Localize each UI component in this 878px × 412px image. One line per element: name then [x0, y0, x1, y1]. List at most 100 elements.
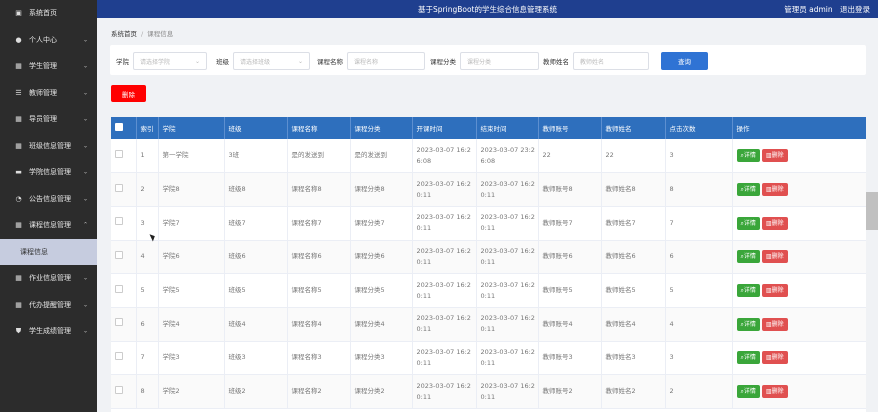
cell-index: 8	[136, 374, 159, 409]
row-checkbox[interactable]	[115, 284, 123, 293]
sidebar-item[interactable]: ▦ 代办提醒管理 ⌄	[0, 292, 97, 319]
cell-clicks: 7	[665, 206, 733, 241]
sidebar-item[interactable]: ▦ 学生管理 ⌄	[0, 53, 97, 80]
column-header: 学院	[158, 117, 225, 139]
row-checkbox-cell[interactable]	[111, 139, 137, 173]
row-delete-button[interactable]: ▥ 删除	[761, 317, 788, 331]
row-checkbox-cell[interactable]	[111, 374, 137, 409]
row-checkbox-cell[interactable]	[111, 240, 137, 274]
course-name-placeholder: 课程名称	[354, 58, 379, 66]
sidebar-item[interactable]: ▦ 课程信息管理 ⌃	[0, 212, 97, 239]
cell-start: 2023-03-07 16:2 0:11	[412, 307, 477, 342]
detail-button[interactable]: ⌕ 详情	[736, 317, 760, 331]
sidebar-item[interactable]: ● 个人中心 ⌄	[0, 27, 97, 54]
cell-course: 是的发送到	[287, 139, 351, 173]
table-row[interactable]: 7 学院3 班级3 课程名称3 课程分类3 2023-03-07 16:2 0:11 202…	[111, 341, 866, 375]
row-delete-button[interactable]: ▥ 删除	[761, 385, 788, 399]
cell-end: 2023-03-07 16:2 0:11	[476, 273, 539, 308]
course-category-input[interactable]: 课程分类	[460, 52, 539, 70]
cell-end: 2023-03-07 16:2 0:11	[476, 172, 539, 207]
sidebar-item[interactable]: ▦ 作业信息管理 ⌄	[0, 265, 97, 292]
cell-category: 课程分类5	[350, 273, 413, 308]
actions-cell: ⌕ 详情 ▥ 删除	[732, 375, 866, 409]
table-row[interactable]: 8 学院2 班级2 课程名称2 课程分类2 2023-03-07 16:2 0:11 202…	[111, 374, 866, 409]
delete-label: 删除	[771, 253, 784, 261]
row-checkbox[interactable]	[115, 351, 123, 360]
row-checkbox[interactable]	[115, 385, 123, 394]
class-select[interactable]: 请选择班级 ⌄	[233, 52, 310, 70]
sidebar-item[interactable]: ▦ 导员管理 ⌄	[0, 106, 97, 133]
row-delete-button[interactable]: ▥ 删除	[761, 351, 788, 365]
detail-button[interactable]: ⌕ 详情	[736, 284, 760, 298]
cell-class: 班级8	[224, 172, 288, 207]
course-table: 索引 学院 班级 课程名称 课程分类 开课时间 结束时间 教师账号 教师姓名 点击次数 操作 1 第一…	[111, 117, 866, 412]
breadcrumb-home[interactable]: 系统首页	[111, 30, 137, 38]
course-name-input[interactable]: 课程名称	[347, 52, 425, 70]
grid-icon: ▦	[15, 115, 22, 124]
college-select[interactable]: 请选择学院 ⌄	[133, 52, 207, 70]
sidebar-item[interactable]: ☰ 教师管理 ⌄	[0, 80, 97, 107]
detail-button[interactable]: ⌕ 详情	[736, 149, 760, 163]
checkbox[interactable]	[115, 123, 123, 131]
chevron-down-icon: ⌄	[82, 62, 88, 70]
sidebar-item[interactable]: ▬ 学院信息管理 ⌄	[0, 159, 97, 186]
sidebar-item[interactable]: ▦ 班级信息管理 ⌄	[0, 133, 97, 160]
teacher-name-input[interactable]: 教师姓名	[573, 52, 649, 70]
cell-start: 2023-03-07 16:2 0:11	[412, 240, 477, 274]
sidebar-item[interactable]: ◔ 公告信息管理 ⌄	[0, 186, 97, 213]
table-row[interactable]: 2 学院8 班级8 课程名称8 课程分类8 2023-03-07 16:2 0:11 202…	[111, 172, 866, 207]
select-all-checkbox[interactable]	[111, 117, 137, 139]
batch-delete-button[interactable]: 删除	[111, 85, 146, 102]
row-checkbox[interactable]	[115, 149, 123, 158]
cell-college: 学院5	[158, 273, 225, 308]
row-delete-button[interactable]: ▥ 删除	[761, 284, 788, 298]
grid-icon: ▦	[15, 274, 22, 283]
row-delete-button[interactable]: ▥ 删除	[761, 149, 788, 163]
logout-link[interactable]: 退出登录	[840, 5, 870, 14]
table-row[interactable]: 3 学院7 班级7 课程名称7 课程分类7 2023-03-07 16:2 0:11 202…	[111, 206, 866, 241]
row-delete-button[interactable]: ▥ 删除	[761, 183, 788, 197]
cell-end: 2023-03-07 16:2 0:11	[476, 341, 539, 375]
detail-label: 详情	[743, 388, 756, 396]
detail-button[interactable]: ⌕ 详情	[736, 351, 760, 365]
detail-button[interactable]: ⌕ 详情	[736, 216, 760, 230]
chevron-down-icon: ⌄	[82, 195, 88, 203]
table-header-row: 索引 学院 班级 课程名称 课程分类 开课时间 结束时间 教师账号 教师姓名 点击次数 操作	[111, 117, 866, 139]
row-checkbox-cell[interactable]	[111, 341, 137, 375]
row-checkbox[interactable]	[115, 250, 123, 259]
row-delete-button[interactable]: ▥ 删除	[761, 250, 788, 264]
row-checkbox[interactable]	[115, 217, 123, 226]
row-delete-button[interactable]: ▥ 删除	[761, 216, 788, 230]
detail-label: 详情	[743, 186, 756, 194]
row-checkbox-cell[interactable]	[111, 273, 137, 308]
table-row[interactable]: 1 第一学院 3班 是的发送到 是的发送到 2023-03-07 16:2 6:08 202…	[111, 139, 866, 173]
row-checkbox[interactable]	[115, 318, 123, 327]
cell-account: 教师账号6	[538, 240, 602, 274]
breadcrumb-current: 课程信息	[147, 30, 174, 38]
table-row[interactable]: 5 学院5 班级5 课程名称5 课程分类5 2023-03-07 16:2 0:11 202…	[111, 273, 866, 308]
detail-button[interactable]: ⌕ 详情	[736, 385, 760, 399]
sidebar-item[interactable]: ⛊ 学生成绩管理 ⌄	[0, 318, 97, 345]
table-row[interactable]: 6 学院4 班级4 课程名称4 课程分类4 2023-03-07 16:2 0:11 202…	[111, 307, 866, 342]
row-checkbox-cell[interactable]	[111, 172, 137, 207]
row-checkbox[interactable]	[115, 183, 123, 192]
detail-button[interactable]: ⌕ 详情	[736, 183, 760, 197]
app-title: 基于SpringBoot的学生综合信息管理系统	[418, 5, 557, 14]
cell-category: 课程分类8	[350, 172, 413, 207]
home-icon: ▣	[15, 9, 22, 18]
column-header: 操作	[736, 125, 750, 133]
top-header: 基于SpringBoot的学生综合信息管理系统 管理员 admin 退出登录	[97, 0, 878, 18]
query-button[interactable]: 查询	[661, 52, 708, 70]
cell-class: 班级7	[224, 206, 288, 241]
scrollbar-thumb[interactable]	[866, 192, 878, 230]
sidebar-subitem-course-info[interactable]: 课程信息	[0, 238, 97, 265]
cell-category: 课程分类2	[350, 374, 413, 409]
detail-button[interactable]: ⌕ 详情	[736, 250, 760, 264]
sidebar-item[interactable]: ▣ 系统首页	[0, 0, 97, 27]
chart-icon: ◔	[15, 194, 22, 203]
cell-account: 教师账号8	[538, 172, 602, 207]
table-row[interactable]: 4 学院6 班级6 课程名称6 课程分类6 2023-03-07 16:2 0:11 202…	[111, 240, 866, 274]
row-checkbox-cell[interactable]	[111, 206, 137, 241]
column-header: 课程分类	[350, 117, 413, 139]
row-checkbox-cell[interactable]	[111, 307, 137, 342]
